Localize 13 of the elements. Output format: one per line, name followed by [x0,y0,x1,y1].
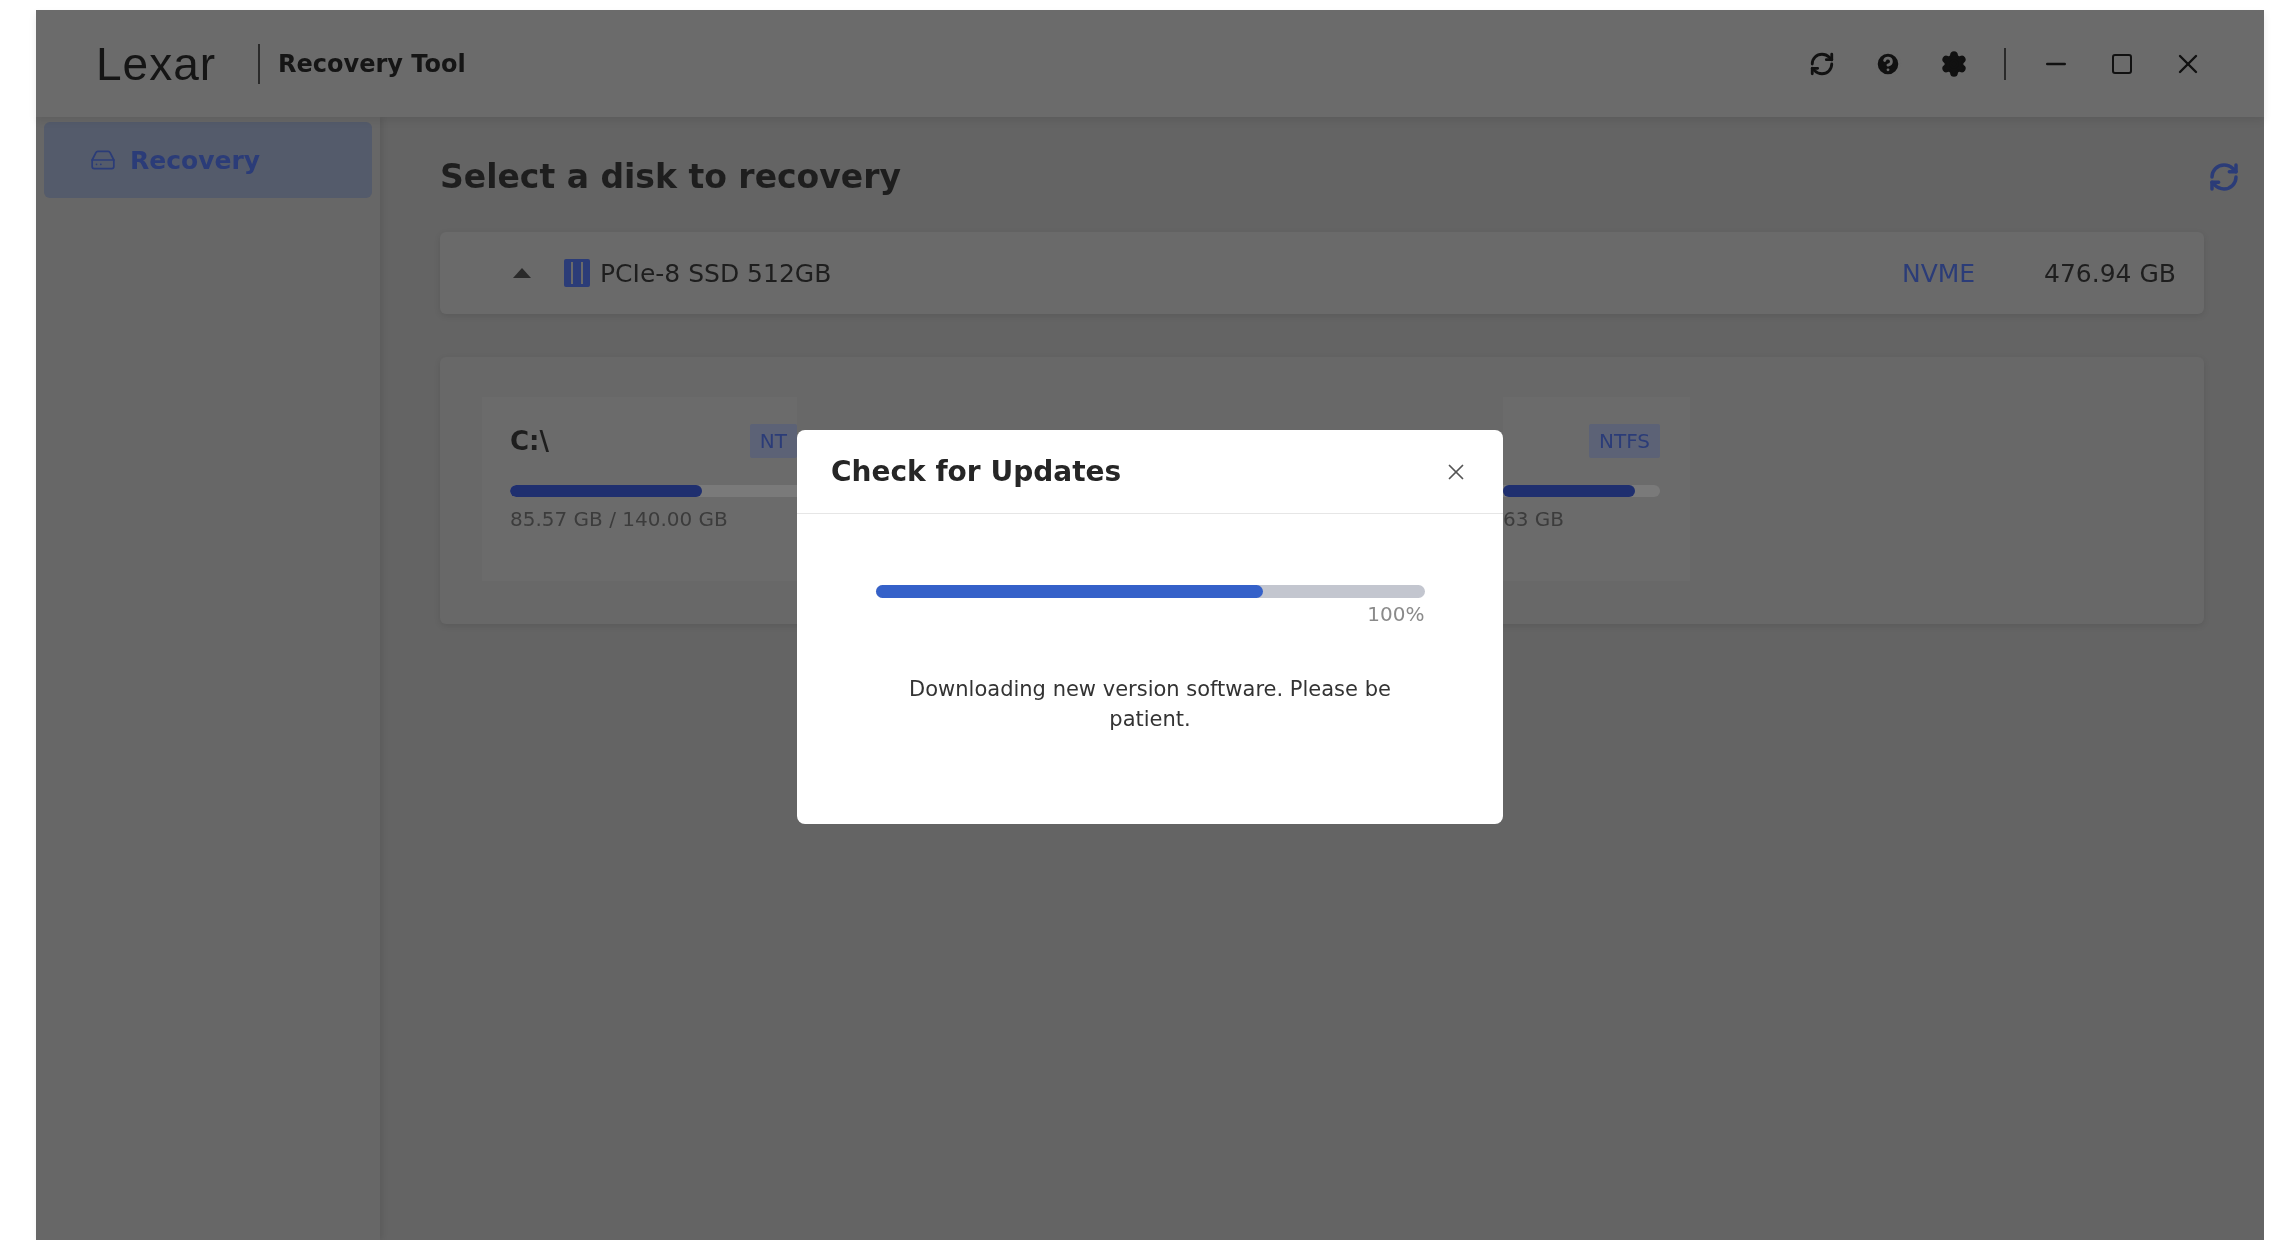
disk-capacity: 476.94 GB [2044,258,2177,288]
disk-interface: NVME [1902,258,1977,288]
caret-icon[interactable] [512,267,532,279]
progress-percent: 100% [1366,602,1425,626]
dialog-message: Downloading new version software. Please be patient. [908,676,1392,733]
page-heading: Select a disk to recovery [440,157,901,196]
partition-name: C:\ [510,426,549,456]
drive-icon [90,147,116,173]
disk-name: PCIe-8 SSD 512GB [600,258,832,288]
app-title: Recovery Tool [278,49,466,78]
brand-logo: Lexar [96,36,217,91]
dialog-title: Check for Updates [831,455,1122,488]
disk-row[interactable]: PCIe-8 SSD 512GB NVME 476.94 GB [440,232,2204,314]
